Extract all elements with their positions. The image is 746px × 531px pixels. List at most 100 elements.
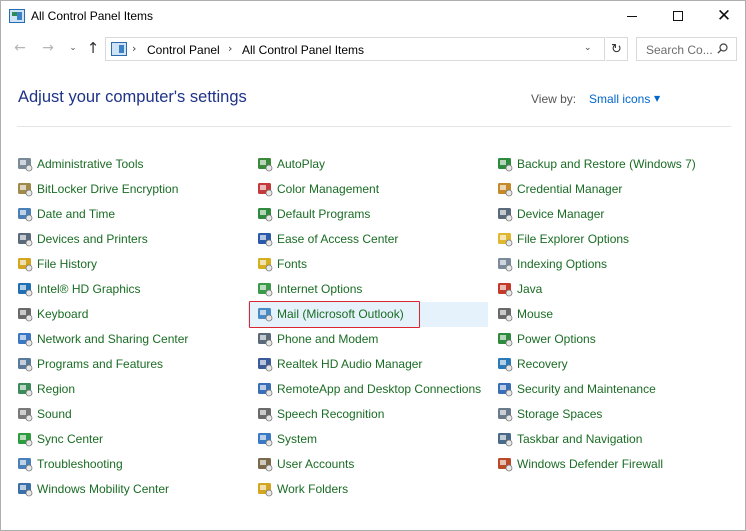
search-input[interactable]: Search Co... bbox=[646, 43, 713, 57]
control-panel-item-java[interactable]: Java bbox=[497, 279, 542, 299]
control-panel-item-recovery[interactable]: Recovery bbox=[497, 354, 568, 374]
item-label: Devices and Printers bbox=[37, 232, 148, 246]
gear-tools-icon bbox=[18, 158, 33, 172]
address-dropdown-icon[interactable]: ⌄ bbox=[584, 43, 592, 53]
control-panel-item-microphone[interactable]: Speech Recognition bbox=[257, 404, 384, 424]
item-label: Recovery bbox=[517, 357, 568, 371]
item-label: Troubleshooting bbox=[37, 457, 123, 471]
search-box[interactable]: Search Co... bbox=[636, 37, 737, 61]
item-label: BitLocker Drive Encryption bbox=[37, 182, 179, 196]
item-label: Credential Manager bbox=[517, 182, 623, 196]
view-by-dropdown[interactable]: Small icons bbox=[589, 92, 650, 106]
control-panel-item-printer[interactable]: Devices and Printers bbox=[17, 229, 148, 249]
control-panel-item-work-folders[interactable]: Work Folders bbox=[257, 479, 348, 499]
intel-icon bbox=[18, 283, 33, 297]
control-panel-item-mobility[interactable]: Windows Mobility Center bbox=[17, 479, 169, 499]
control-panel-item-firewall[interactable]: Windows Defender Firewall bbox=[497, 454, 663, 474]
control-panel-item-backup[interactable]: Backup and Restore (Windows 7) bbox=[497, 154, 696, 174]
close-button[interactable]: ✕ bbox=[701, 1, 746, 31]
control-panel-item-device-manager[interactable]: Device Manager bbox=[497, 204, 604, 224]
system-icon bbox=[258, 433, 273, 447]
item-label: Sync Center bbox=[37, 432, 104, 446]
control-panel-item-color-monitor[interactable]: Color Management bbox=[257, 179, 379, 199]
control-panel-item-keyboard[interactable]: Keyboard bbox=[17, 304, 88, 324]
control-panel-item-ease-access[interactable]: Ease of Access Center bbox=[257, 229, 398, 249]
keyboard-icon bbox=[18, 308, 33, 322]
window-title: All Control Panel Items bbox=[31, 9, 154, 23]
search-icon bbox=[717, 43, 728, 54]
file-history-icon bbox=[18, 258, 33, 272]
control-panel-item-remote-app[interactable]: RemoteApp and Desktop Connections bbox=[257, 379, 481, 399]
work-folders-icon bbox=[258, 483, 273, 497]
control-panel-item-indexing[interactable]: Indexing Options bbox=[497, 254, 607, 274]
credential-icon bbox=[498, 183, 513, 197]
control-panel-item-storage[interactable]: Storage Spaces bbox=[497, 404, 602, 424]
navigation-bar: ← → ⌄ ↑ › Control Panel › All Control Pa… bbox=[1, 35, 745, 63]
item-label: Work Folders bbox=[277, 482, 349, 496]
firewall-icon bbox=[498, 458, 513, 472]
item-label: Storage Spaces bbox=[517, 407, 603, 421]
control-panel-item-taskbar[interactable]: Taskbar and Navigation bbox=[497, 429, 642, 449]
control-panel-item-phone[interactable]: Phone and Modem bbox=[257, 329, 378, 349]
item-label: File Explorer Options bbox=[517, 232, 630, 246]
control-panel-item-network[interactable]: Network and Sharing Center bbox=[17, 329, 188, 349]
control-panel-item-power[interactable]: Power Options bbox=[497, 329, 596, 349]
autoplay-icon bbox=[258, 158, 273, 172]
back-button[interactable]: ← bbox=[10, 38, 30, 58]
control-panel-item-fonts[interactable]: Fonts bbox=[257, 254, 307, 274]
item-label: User Accounts bbox=[277, 457, 355, 471]
arrow-left-icon: ← bbox=[14, 40, 26, 56]
refresh-button[interactable]: ↻ bbox=[606, 37, 628, 61]
recent-locations-button[interactable]: ⌄ bbox=[63, 38, 83, 58]
control-panel-item-troubleshoot[interactable]: Troubleshooting bbox=[17, 454, 123, 474]
up-button[interactable]: ↑ bbox=[83, 38, 103, 58]
address-bar[interactable]: › Control Panel › All Control Panel Item… bbox=[105, 37, 605, 61]
control-panel-item-internet[interactable]: Internet Options bbox=[257, 279, 362, 299]
control-panel-item-autoplay[interactable]: AutoPlay bbox=[257, 154, 325, 174]
control-panel-item-file-history[interactable]: File History bbox=[17, 254, 97, 274]
item-label: Keyboard bbox=[37, 307, 89, 321]
control-panel-item-audio-manager[interactable]: Realtek HD Audio Manager bbox=[257, 354, 422, 374]
item-label: Administrative Tools bbox=[37, 157, 144, 171]
programs-icon bbox=[18, 358, 33, 372]
indexing-icon bbox=[498, 258, 513, 272]
control-panel-item-flag[interactable]: Security and Maintenance bbox=[497, 379, 656, 399]
control-panel-item-users[interactable]: User Accounts bbox=[257, 454, 354, 474]
item-label: Backup and Restore (Windows 7) bbox=[517, 157, 696, 171]
view-by-label: View by: bbox=[531, 92, 577, 106]
speaker-icon bbox=[18, 408, 33, 422]
control-panel-item-programs[interactable]: Programs and Features bbox=[17, 354, 163, 374]
control-panel-item-globe-clock[interactable]: Region bbox=[17, 379, 75, 399]
control-panel-item-default-programs[interactable]: Default Programs bbox=[257, 204, 370, 224]
taskbar-icon bbox=[498, 433, 513, 447]
item-label: Phone and Modem bbox=[277, 332, 379, 346]
item-label: Programs and Features bbox=[37, 357, 164, 371]
audio-manager-icon bbox=[258, 358, 273, 372]
breadcrumb-all-items[interactable]: All Control Panel Items bbox=[242, 43, 364, 57]
arrow-right-icon: → bbox=[42, 40, 54, 56]
page-title: Adjust your computer's settings bbox=[18, 88, 247, 106]
color-monitor-icon bbox=[258, 183, 273, 197]
control-panel-item-mouse[interactable]: Mouse bbox=[497, 304, 553, 324]
ease-access-icon bbox=[258, 233, 273, 247]
control-panel-item-credential[interactable]: Credential Manager bbox=[497, 179, 622, 199]
refresh-icon: ↻ bbox=[611, 41, 622, 57]
maximize-button[interactable] bbox=[655, 1, 701, 31]
item-label: Region bbox=[37, 382, 76, 396]
control-panel-item-sync[interactable]: Sync Center bbox=[17, 429, 103, 449]
control-panel-item-intel[interactable]: Intel® HD Graphics bbox=[17, 279, 141, 299]
control-panel-item-gear-tools[interactable]: Administrative Tools bbox=[17, 154, 144, 174]
control-panel-item-speaker[interactable]: Sound bbox=[17, 404, 72, 424]
minimize-button[interactable] bbox=[609, 1, 655, 31]
control-panel-item-system[interactable]: System bbox=[257, 429, 317, 449]
item-label: Mouse bbox=[517, 307, 554, 321]
control-panel-item-folder-options[interactable]: File Explorer Options bbox=[497, 229, 629, 249]
breadcrumb-control-panel[interactable]: Control Panel bbox=[147, 43, 220, 57]
forward-button[interactable]: → bbox=[38, 38, 58, 58]
item-label: Realtek HD Audio Manager bbox=[277, 357, 423, 371]
control-panel-item-clock[interactable]: Date and Time bbox=[17, 204, 115, 224]
item-label: AutoPlay bbox=[277, 157, 326, 171]
caret-down-icon[interactable]: ▼ bbox=[654, 94, 660, 103]
item-label: Device Manager bbox=[517, 207, 605, 221]
control-panel-item-drive-key[interactable]: BitLocker Drive Encryption bbox=[17, 179, 178, 199]
